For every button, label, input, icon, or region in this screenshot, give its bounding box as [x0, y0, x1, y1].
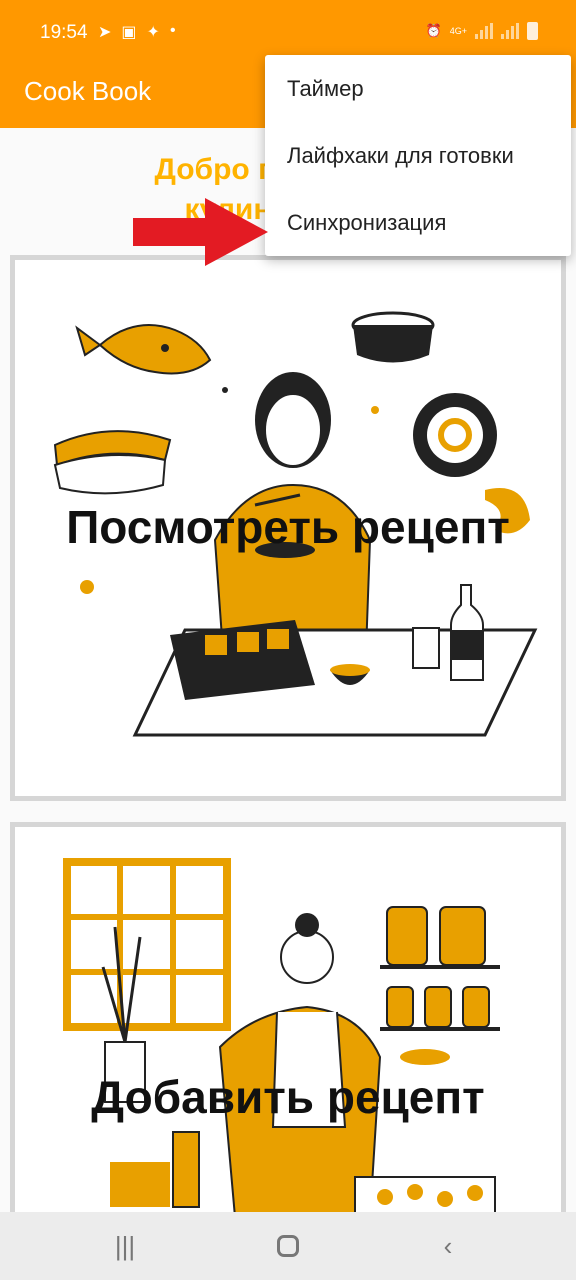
overflow-menu: Таймер Лайфхаки для готовки Синхронизаци… [265, 55, 571, 256]
alarm-icon: ⏰ [425, 23, 442, 38]
network-type: 4G+ [449, 26, 467, 36]
recents-icon[interactable]: ||| [105, 1230, 145, 1262]
add-recipe-card[interactable]: Добавить рецепт [10, 822, 566, 1242]
dot-icon: • [169, 22, 176, 39]
app-title: Cook Book [24, 76, 152, 106]
signal-icon [475, 23, 493, 39]
menu-item-lifehacks[interactable]: Лайфхаки для готовки [265, 122, 571, 189]
navigation-bar: ||| ‹ [0, 1212, 576, 1280]
view-recipe-label: Посмотреть рецепт [66, 501, 510, 553]
twitter-icon: ✦ [146, 24, 160, 41]
red-arrow-icon [133, 198, 268, 266]
menu-item-sync[interactable]: Синхронизация [265, 189, 571, 256]
signal-icon-2 [501, 23, 519, 39]
gallery-icon: ▣ [121, 24, 137, 41]
menu-item-timer[interactable]: Таймер [265, 55, 571, 122]
cooking-illustration-2 [63, 858, 500, 1237]
home-icon[interactable] [268, 1230, 308, 1262]
telegram-icon: ➤ [98, 24, 112, 41]
battery-icon [527, 22, 538, 40]
status-time: 19:54 [40, 22, 88, 43]
back-icon[interactable]: ‹ [428, 1230, 468, 1262]
add-recipe-label: Добавить рецепт [91, 1071, 485, 1123]
view-recipe-card[interactable]: Посмотреть рецепт [10, 255, 566, 801]
